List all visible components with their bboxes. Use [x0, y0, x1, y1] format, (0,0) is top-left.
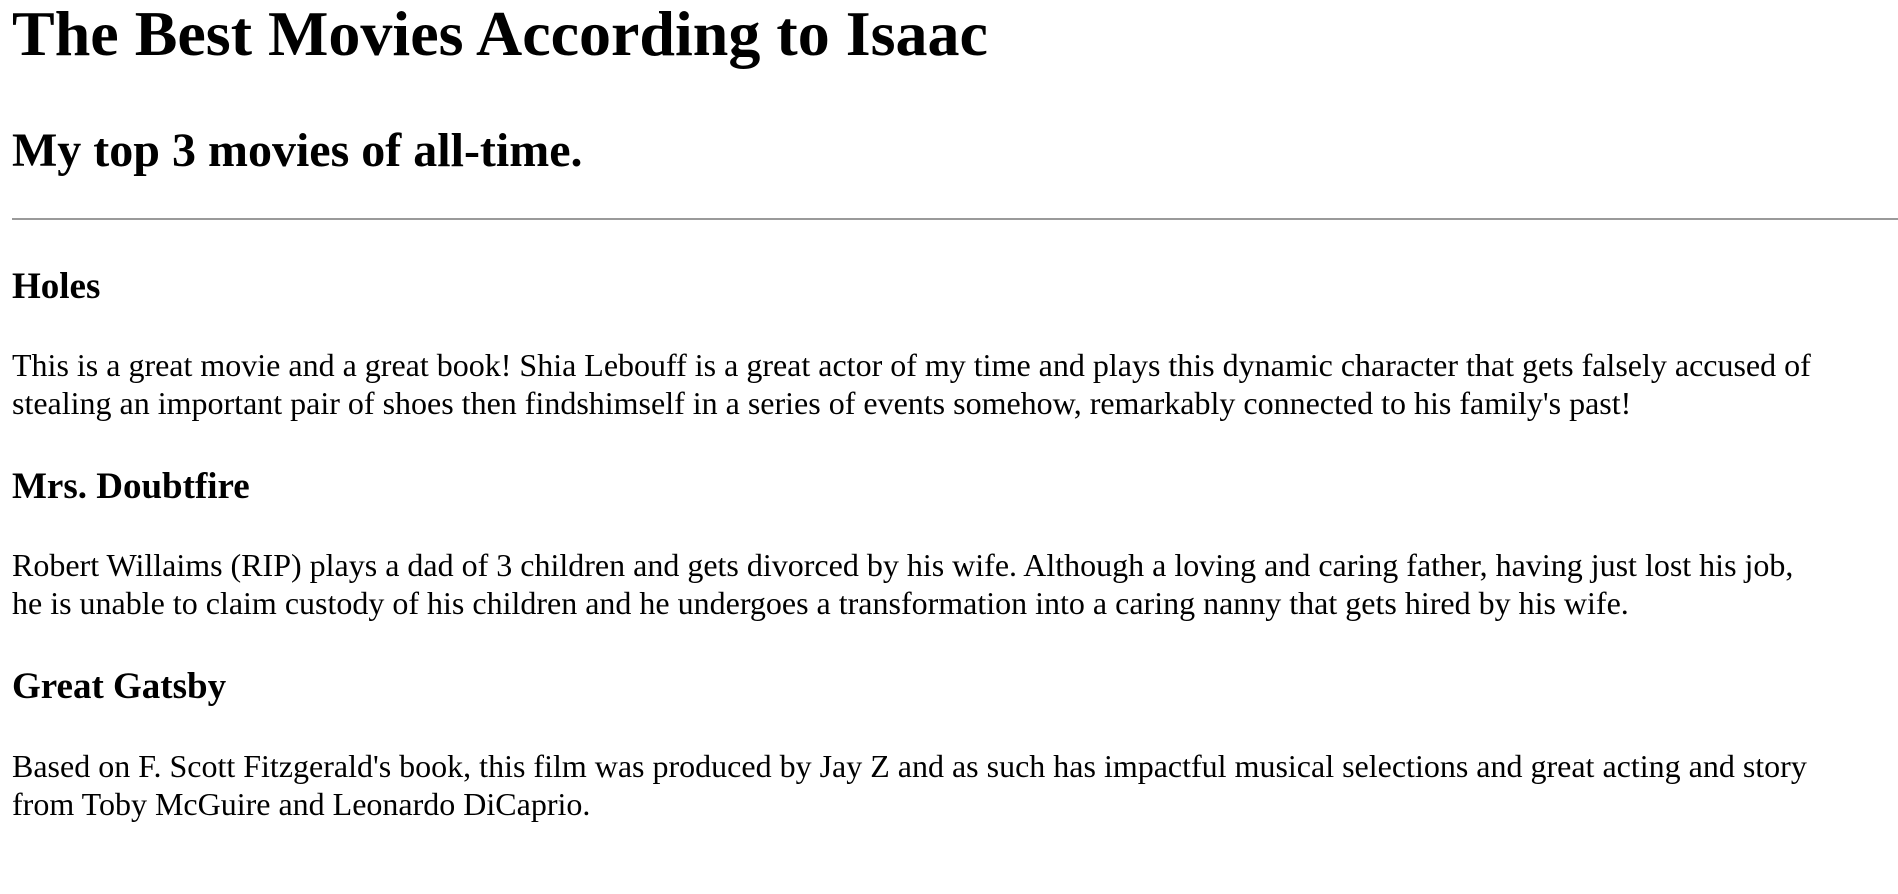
divider — [12, 218, 1898, 220]
movie-description-mrs-doubtfire-line-1: Robert Willaims (RIP) plays a dad of 3 c… — [12, 547, 1794, 583]
movie-title-great-gatsby: Great Gatsby — [12, 666, 227, 707]
page-body: The Best Movies According to Isaac My to… — [0, 0, 1898, 894]
movie-title-holes: Holes — [12, 266, 101, 307]
page-title: The Best Movies According to Isaac — [12, 0, 988, 69]
movie-description-holes-line-1: This is a great movie and a great book! … — [12, 347, 1811, 383]
movie-description-holes-line-2: stealing an important pair of shoes then… — [12, 385, 1632, 421]
movie-description-great-gatsby-line-1: Based on F. Scott Fitzgerald's book, thi… — [12, 748, 1807, 784]
movie-description-mrs-doubtfire-line-2: he is unable to claim custody of his chi… — [12, 585, 1629, 621]
movie-description-great-gatsby-line-2: from Toby McGuire and Leonardo DiCaprio. — [12, 786, 591, 822]
page-subtitle: My top 3 movies of all-time. — [12, 124, 583, 177]
movie-title-mrs-doubtfire: Mrs. Doubtfire — [12, 466, 250, 507]
